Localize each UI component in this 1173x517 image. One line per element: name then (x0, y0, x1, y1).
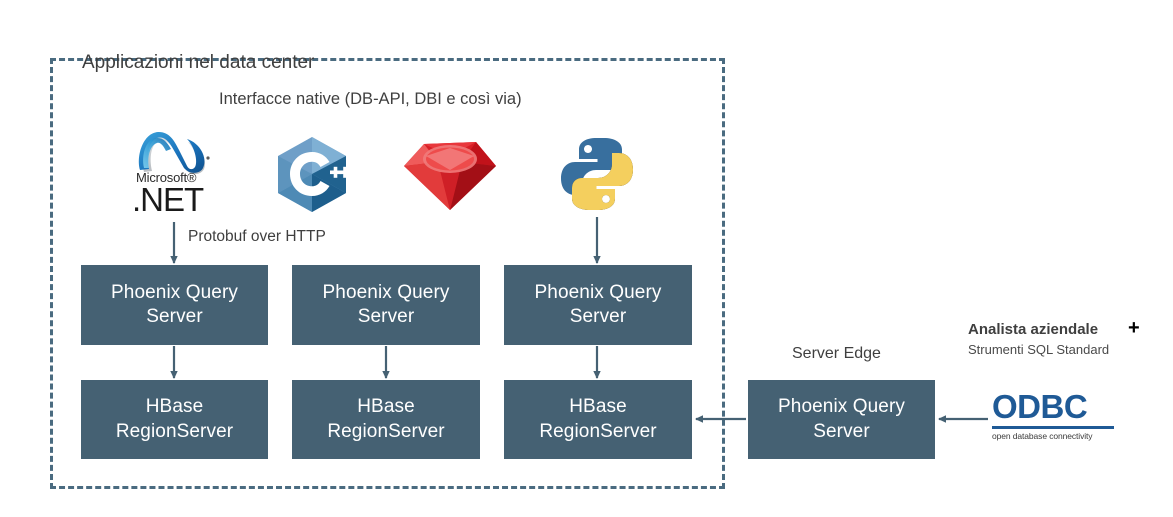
hbase-regionserver-node-1[interactable]: HBase RegionServer (81, 380, 268, 459)
node-line-1: HBase (569, 396, 627, 418)
architecture-diagram: Applicazioni nel data center Interfacce … (0, 0, 1173, 517)
phoenix-query-server-node-1[interactable]: Phoenix Query Server (81, 265, 268, 345)
odbc-tagline: open database connectivity (992, 431, 1093, 441)
ruby-logo (400, 140, 500, 212)
server-edge-label: Server Edge (792, 345, 881, 362)
business-analyst-label: Analista aziendale (968, 321, 1099, 338)
plus-icon: + (1128, 317, 1140, 339)
page-title: Applicazioni nel data center (82, 52, 315, 73)
odbc-logo: ODBC open database connectivity (992, 390, 1116, 446)
node-line-2: RegionServer (327, 420, 445, 442)
node-line-1: HBase (357, 396, 415, 418)
node-line-2: Server (357, 306, 415, 327)
node-line-2: RegionServer (115, 420, 234, 442)
node-line-1: HBase (145, 396, 204, 418)
dotnet-product-text: .NET (132, 181, 204, 218)
dotnet-logo: Microsoft® .NET (130, 128, 222, 220)
node-line-1: Phoenix Query (322, 281, 450, 303)
node-line-1: Phoenix Query (111, 281, 238, 303)
phoenix-query-server-node-3[interactable]: Phoenix Query Server (504, 265, 692, 345)
cplusplus-logo (272, 135, 352, 213)
node-line-2: Server (569, 306, 627, 327)
odbc-wordmark: ODBC (992, 388, 1088, 425)
hbase-regionserver-node-3[interactable]: HBase RegionServer (504, 380, 692, 459)
python-logo (557, 134, 637, 214)
standard-sql-tools-label: Strumenti SQL Standard (968, 342, 1110, 357)
node-line-2: Server (813, 420, 870, 442)
protobuf-over-http-label: Protobuf over HTTP (188, 228, 326, 245)
node-line-2: RegionServer (539, 420, 657, 442)
node-line-1: Phoenix Query (534, 281, 662, 303)
odbc-rule (992, 426, 1114, 429)
phoenix-query-server-edge-node[interactable]: Phoenix Query Server (748, 380, 935, 459)
native-interfaces-label: Interfacce native (DB-API, DBI e così vi… (219, 90, 522, 108)
hbase-regionserver-node-2[interactable]: HBase RegionServer (292, 380, 480, 459)
node-line-2: Server (146, 306, 203, 327)
phoenix-query-server-node-2[interactable]: Phoenix Query Server (292, 265, 480, 345)
node-line-1: Phoenix Query (778, 396, 905, 418)
